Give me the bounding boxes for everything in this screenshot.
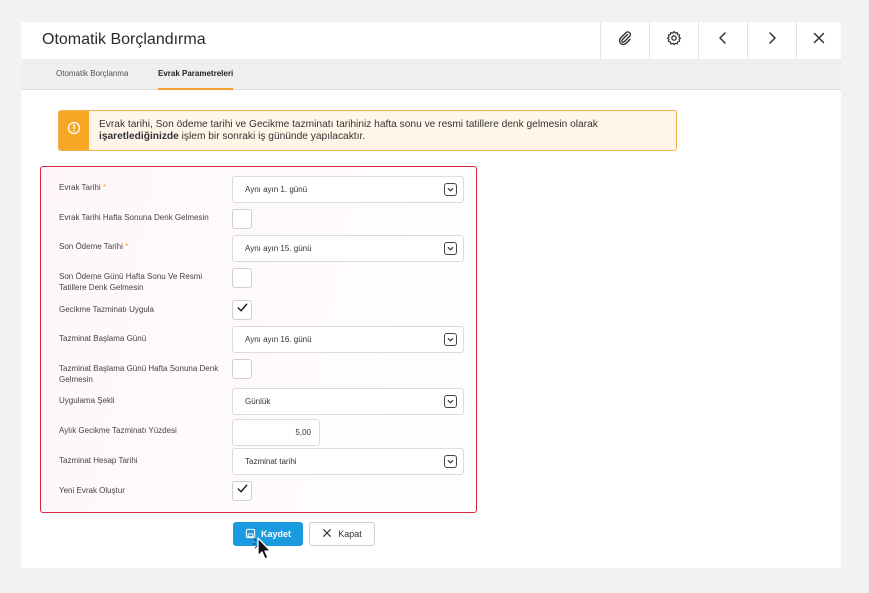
son-odeme-tarihi-label: Son Ödeme Tarihi * xyxy=(59,242,129,251)
evrak-tarihi-select[interactable]: Aynı ayın 1. günü xyxy=(232,176,464,203)
evrak-hafta-sonu-label: Evrak Tarihi Hafta Sonuna Denk Gelmesin xyxy=(59,213,209,222)
chevron-down-icon xyxy=(444,242,457,255)
dialog-window: Otomatik Borçlandırma Otomatik Borçlanma… xyxy=(21,22,841,568)
uygulama-sekli-label: Uygulama Şekli xyxy=(59,396,115,405)
hesap-tarihi-label: Tazminat Hesap Tarihi xyxy=(59,456,138,465)
attach-button[interactable] xyxy=(600,22,649,59)
son-odeme-hafta-sonu-label: Son Ödeme Günü Hafta Sonu Ve Resmi Tatil… xyxy=(59,272,203,292)
chevron-down-icon xyxy=(444,395,457,408)
tab-bar: Otomatik Borçlanma Evrak Parametreleri xyxy=(21,59,841,90)
alert-text-part2: işlem bir sonraki iş gününde yapılacaktı… xyxy=(178,131,366,142)
chevron-down-icon xyxy=(444,455,457,468)
chevron-down-icon xyxy=(444,183,457,196)
aylik-yuzde-input[interactable]: 5,00 xyxy=(232,419,320,446)
uygulama-sekli-value: Günlük xyxy=(245,397,271,406)
yeni-evrak-label: Yeni Evrak Oluştur xyxy=(59,486,125,495)
evrak-hafta-sonu-checkbox[interactable] xyxy=(232,209,252,229)
son-odeme-tarihi-select[interactable]: Aynı ayın 15. günü xyxy=(232,235,464,262)
next-button[interactable] xyxy=(747,22,796,59)
hesap-tarihi-value: Tazminat tarihi xyxy=(245,457,297,466)
settings-button[interactable] xyxy=(649,22,698,59)
checkmark-icon xyxy=(236,482,249,500)
dialog-header: Otomatik Borçlandırma xyxy=(21,22,841,59)
hesap-tarihi-select[interactable]: Tazminat tarihi xyxy=(232,448,464,475)
alert-message: Evrak tarihi, Son ödeme tarihi ve Gecikm… xyxy=(99,119,669,143)
paperclip-icon xyxy=(617,30,633,51)
tazminat-baslama-label: Tazminat Başlama Günü xyxy=(59,334,147,343)
evrak-tarihi-value: Aynı ayın 1. günü xyxy=(245,185,308,194)
yeni-evrak-checkbox[interactable] xyxy=(232,481,252,501)
info-alert: Evrak tarihi, Son ödeme tarihi ve Gecikm… xyxy=(58,110,677,151)
close-button[interactable]: Kapat xyxy=(309,522,375,546)
tazminat-baslama-select[interactable]: Aynı ayın 16. günü xyxy=(232,326,464,353)
chevron-left-icon xyxy=(715,30,731,51)
gecikme-tazminati-label: Gecikme Tazminatı Uygula xyxy=(59,305,154,314)
chevron-down-icon xyxy=(444,333,457,346)
evrak-parameters-form: Evrak Tarihi * Aynı ayın 1. günü Evrak T… xyxy=(40,166,477,513)
warning-icon xyxy=(67,121,81,140)
alert-text-bold: işaretlediğinizde xyxy=(99,131,179,142)
cursor-icon xyxy=(252,536,274,562)
close-icon xyxy=(811,30,827,51)
checkmark-icon xyxy=(236,301,249,319)
evrak-tarihi-label: Evrak Tarihi * xyxy=(59,183,107,192)
chevron-right-icon xyxy=(764,30,780,51)
dialog-title: Otomatik Borçlandırma xyxy=(42,31,206,48)
tab-otomatik-borclanma[interactable]: Otomatik Borçlanma xyxy=(56,59,128,90)
tazminat-baslama-value: Aynı ayın 16. günü xyxy=(245,335,312,344)
aylik-yuzde-label: Aylık Gecikme Tazminatı Yüzdesi xyxy=(59,426,177,435)
aylik-yuzde-value: 5,00 xyxy=(295,428,311,437)
uygulama-sekli-select[interactable]: Günlük xyxy=(232,388,464,415)
warning-icon-box xyxy=(59,111,89,150)
x-icon xyxy=(322,528,332,540)
close-window-button[interactable] xyxy=(796,22,841,59)
gear-icon xyxy=(666,30,682,51)
previous-button[interactable] xyxy=(698,22,747,59)
gecikme-tazminati-checkbox[interactable] xyxy=(232,300,252,320)
tazminat-hafta-sonu-label: Tazminat Başlama Günü Hafta Sonuna Denk … xyxy=(59,364,219,384)
required-mark: * xyxy=(102,183,107,192)
son-odeme-tarihi-value: Aynı ayın 15. günü xyxy=(245,244,312,253)
tab-evrak-parametreleri[interactable]: Evrak Parametreleri xyxy=(158,59,234,90)
son-odeme-hafta-sonu-checkbox[interactable] xyxy=(232,268,252,288)
close-button-label: Kapat xyxy=(338,529,362,539)
alert-text-part1: Evrak tarihi, Son ödeme tarihi ve Gecikm… xyxy=(99,119,598,130)
tazminat-hafta-sonu-checkbox[interactable] xyxy=(232,359,252,379)
required-mark: * xyxy=(125,242,129,251)
